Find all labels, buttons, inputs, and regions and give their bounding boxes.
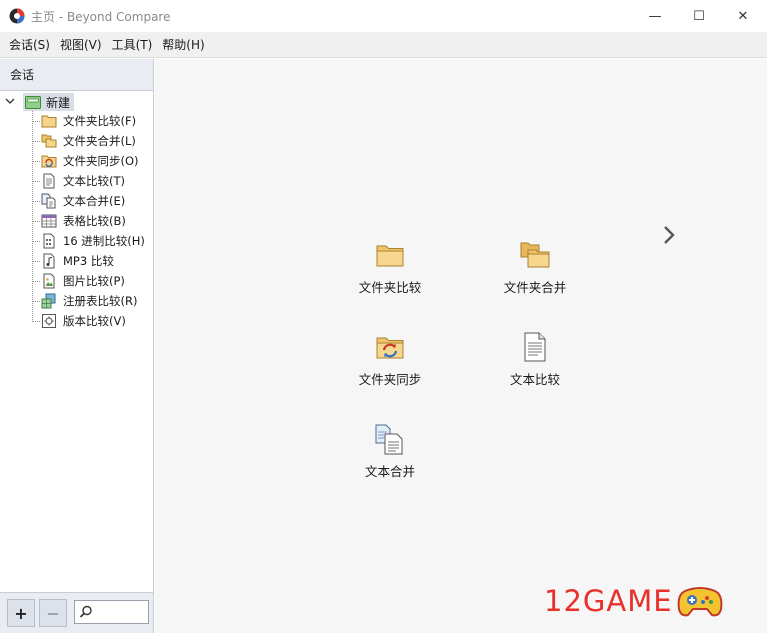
new-session-icon: [25, 96, 41, 109]
sidebar-item-folder-merge[interactable]: 文件夹合并(L): [32, 131, 136, 151]
minus-icon: −: [46, 603, 60, 623]
sidebar-item-label: 表格比较(B): [63, 214, 126, 228]
sidebar-item-label: 文本比较(T): [63, 174, 125, 188]
launcher-label: 文件夹比较: [358, 280, 422, 295]
text-compare-icon: [524, 332, 546, 362]
launcher-folder-merge[interactable]: 文件夹合并: [480, 239, 590, 309]
tree-connector: [32, 160, 40, 162]
sidebar-item-label: 注册表比较(R): [63, 294, 138, 308]
sidebar-item-registry-compare[interactable]: 注册表比较(R): [32, 291, 137, 311]
text-merge-icon: [375, 424, 403, 455]
menu-session[interactable]: 会话(S): [4, 33, 55, 57]
tree-root-new[interactable]: 新建: [5, 93, 75, 111]
search-icon: [79, 605, 92, 618]
sidebar-item-hex-compare[interactable]: 16 进制比较(H): [32, 231, 145, 251]
mp3-compare-icon: [43, 253, 55, 269]
text-merge-icon: [41, 193, 56, 209]
folder-compare-icon: [41, 115, 57, 128]
launcher-text-merge[interactable]: 文本合并: [335, 423, 445, 493]
chevron-right-icon[interactable]: [655, 221, 683, 249]
sidebar-item-version-compare[interactable]: 版本比较(V): [32, 311, 126, 331]
sidebar-item-label: 版本比较(V): [63, 314, 126, 328]
maximize-button[interactable]: ☐: [676, 0, 722, 32]
tree-connector: [32, 180, 40, 182]
sidebar-item-text-compare[interactable]: 文本比较(T): [32, 171, 125, 191]
sidebar-item-picture-compare[interactable]: 图片比较(P): [32, 271, 125, 291]
close-icon: ✕: [737, 8, 749, 24]
tree-connector: [32, 200, 40, 202]
folder-sync-icon: [376, 337, 404, 359]
tree-connector: [32, 320, 40, 322]
watermark-text: 12GAME: [544, 584, 673, 618]
version-compare-icon: [42, 314, 56, 328]
tree-connector: [32, 120, 40, 122]
maximize-icon: ☐: [693, 8, 705, 24]
menu-view[interactable]: 视图(V): [55, 33, 107, 57]
tree-connector: [32, 300, 40, 302]
sessions-sidebar: 会话 新建 文件夹比较(F) 文件夹合并(L) 文件夹同步(O) 文本比较(T)…: [0, 59, 154, 633]
launcher-label: 文本比较: [509, 372, 560, 387]
tree-connector: [32, 260, 40, 262]
sidebar-header: 会话: [0, 59, 153, 91]
sidebar-item-label: 文本合并(E): [63, 194, 126, 208]
folder-merge-icon: [41, 134, 57, 148]
folder-merge-icon: [520, 242, 550, 268]
tree-connector: [32, 240, 40, 242]
folder-sync-icon: [41, 155, 57, 168]
registry-compare-icon: [41, 293, 56, 309]
gamepad-icon: [677, 587, 722, 617]
picture-compare-icon: [43, 273, 55, 289]
hex-compare-icon: [43, 233, 55, 249]
sidebar-item-mp3-compare[interactable]: MP3 比较: [32, 251, 114, 271]
launcher-folder-sync[interactable]: 文件夹同步: [335, 331, 445, 401]
tree-root-selection[interactable]: 新建: [23, 93, 75, 111]
window-title: 主页 - Beyond Compare: [31, 10, 171, 24]
chevron-down-icon[interactable]: [5, 96, 15, 109]
sidebar-footer: + −: [0, 592, 153, 633]
folder-compare-icon: [376, 245, 404, 267]
sidebar-item-folder-sync[interactable]: 文件夹同步(O): [32, 151, 139, 171]
sidebar-item-text-merge[interactable]: 文本合并(E): [32, 191, 125, 211]
remove-session-button[interactable]: −: [39, 599, 67, 627]
tree-connector: [32, 140, 40, 142]
beyond-compare-logo-icon: [9, 8, 25, 24]
close-button[interactable]: ✕: [720, 0, 766, 32]
launcher-label: 文件夹同步: [358, 372, 422, 387]
sidebar-item-label: 文件夹同步(O): [63, 154, 139, 168]
plus-icon: +: [14, 603, 28, 623]
launcher-folder-compare[interactable]: 文件夹比较: [335, 239, 445, 309]
sidebar-item-table-compare[interactable]: 表格比较(B): [32, 211, 126, 231]
table-compare-icon: [41, 214, 57, 228]
session-tree: 新建 文件夹比较(F) 文件夹合并(L) 文件夹同步(O) 文本比较(T) 文本…: [0, 92, 153, 592]
sidebar-item-label: MP3 比较: [63, 254, 114, 268]
sidebar-item-label: 16 进制比较(H): [63, 234, 145, 248]
sidebar-item-label: 文件夹比较(F): [63, 114, 137, 128]
home-main-area: 文件夹比较 文件夹合并 文件夹同步 文本比较 文本合并 12GAME: [155, 59, 767, 633]
tree-connector: [32, 220, 40, 222]
minimize-icon: —: [648, 8, 662, 24]
launcher-label: 文本合并: [364, 464, 415, 479]
sidebar-item-label: 图片比较(P): [63, 274, 125, 288]
menu-tools[interactable]: 工具(T): [107, 33, 158, 57]
tree-root-label: 新建: [46, 95, 71, 110]
session-search-input[interactable]: [74, 600, 149, 624]
tree-connector: [32, 280, 40, 282]
menu-help[interactable]: 帮助(H): [157, 33, 209, 57]
watermark: 12GAME: [544, 577, 764, 625]
text-compare-icon: [43, 173, 55, 189]
menu-bar: 会话(S) 视图(V) 工具(T) 帮助(H): [0, 32, 767, 58]
launcher-label: 文件夹合并: [503, 280, 567, 295]
sidebar-item-folder-compare[interactable]: 文件夹比较(F): [32, 111, 136, 131]
minimize-button[interactable]: —: [632, 0, 678, 32]
add-session-button[interactable]: +: [7, 599, 35, 627]
sidebar-item-label: 文件夹合并(L): [63, 134, 136, 148]
title-bar: 主页 - Beyond Compare — ☐ ✕: [0, 0, 767, 32]
launcher-text-compare[interactable]: 文本比较: [480, 331, 590, 401]
